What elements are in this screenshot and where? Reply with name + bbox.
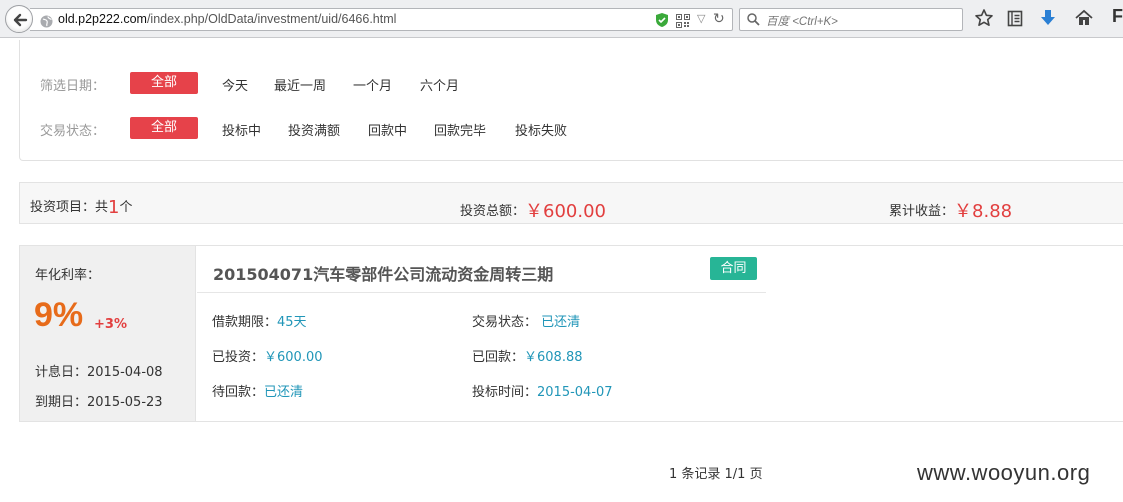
returned-value: ￥608.88 bbox=[524, 350, 583, 365]
maturity-date: 到期日：2015-05-23 bbox=[35, 395, 163, 410]
url-host: old.p2p222.com bbox=[58, 12, 147, 26]
url-path: /index.php/OldData/investment/uid/6466.h… bbox=[146, 12, 397, 26]
investment-summary: 投资项目：共1个 投资总额：￥600.00 累计收益：￥8.88 bbox=[19, 182, 1123, 224]
interest-start-date: 计息日：2015-04-08 bbox=[35, 365, 163, 380]
returned-label: 已回款： bbox=[472, 350, 525, 365]
total-earnings: 累计收益：￥8.88 bbox=[889, 195, 1013, 222]
invested-amount: 已投资：￥600.00 bbox=[212, 346, 323, 365]
status-option-full[interactable]: 投资满额 bbox=[288, 120, 340, 139]
rate-panel: 年化利率： 9% +3% 计息日：2015-04-08 到期日：2015-05-… bbox=[20, 246, 196, 421]
trade-status-value: 已还清 bbox=[541, 315, 581, 330]
status-option-repaying[interactable]: 回款中 bbox=[368, 120, 407, 139]
bonus-rate: +3% bbox=[94, 317, 127, 332]
bid-time: 投标时间：2015-04-07 bbox=[472, 381, 613, 400]
project-count-prefix: 投资项目：共 bbox=[30, 200, 109, 215]
search-icon bbox=[747, 13, 760, 26]
total-invested-value: ￥600.00 bbox=[525, 201, 606, 222]
returned-amount: 已回款：￥608.88 bbox=[472, 346, 583, 365]
download-icon[interactable] bbox=[1038, 8, 1060, 30]
address-bar[interactable]: old.p2p222.com/index.php/OldData/investm… bbox=[30, 8, 733, 31]
project-count-value: 1 bbox=[108, 197, 120, 218]
total-invested: 投资总额：￥600.00 bbox=[460, 195, 606, 222]
date-option-today[interactable]: 今天 bbox=[222, 75, 248, 94]
date-option-month[interactable]: 一个月 bbox=[353, 75, 392, 94]
total-invested-label: 投资总额： bbox=[460, 204, 526, 219]
total-earnings-value: ￥8.88 bbox=[954, 201, 1013, 222]
pending-value: 已还清 bbox=[264, 385, 304, 400]
filter-panel: 筛选日期： 全部 今天 最近一周 一个月 六个月 交易状态： 全部 投标中 投资… bbox=[19, 40, 1123, 161]
url-text: old.p2p222.com/index.php/OldData/investm… bbox=[58, 12, 396, 26]
investment-card: 年化利率： 9% +3% 计息日：2015-04-08 到期日：2015-05-… bbox=[19, 245, 1123, 422]
reading-list-icon[interactable] bbox=[1005, 8, 1027, 30]
browser-toolbar: old.p2p222.com/index.php/OldData/investm… bbox=[0, 0, 1123, 38]
status-filter-label: 交易状态： bbox=[40, 124, 106, 139]
date-filter-label: 筛选日期： bbox=[40, 79, 106, 94]
pending-amount: 待回款：已还清 bbox=[212, 381, 303, 400]
contract-button[interactable]: 合同 bbox=[710, 257, 757, 280]
star-icon[interactable] bbox=[974, 8, 996, 30]
project-title[interactable]: 201504071汽车零部件公司流动资金周转三期 bbox=[213, 261, 553, 285]
date-option-all[interactable]: 全部 bbox=[130, 72, 198, 94]
invested-value: ￥600.00 bbox=[264, 350, 323, 365]
loan-term-label: 借款期限： bbox=[212, 315, 278, 330]
rate-label: 年化利率： bbox=[35, 268, 101, 283]
pending-label: 待回款： bbox=[212, 385, 265, 400]
search-placeholder: 百度 <Ctrl+K> bbox=[766, 16, 838, 28]
project-count-suffix: 个 bbox=[119, 200, 133, 215]
date-option-week[interactable]: 最近一周 bbox=[274, 75, 326, 94]
watermark: www.wooyun.org bbox=[917, 460, 1091, 485]
back-arrow-icon bbox=[13, 13, 28, 27]
bid-time-label: 投标时间： bbox=[472, 385, 538, 400]
project-count: 投资项目：共1个 bbox=[30, 195, 133, 218]
status-option-repaid[interactable]: 回款完毕 bbox=[434, 120, 486, 139]
trade-status-label: 交易状态： bbox=[472, 315, 538, 330]
back-button[interactable] bbox=[5, 5, 33, 33]
search-bar[interactable]: 百度 <Ctrl+K> bbox=[739, 8, 963, 31]
loan-term-value: 45天 bbox=[277, 315, 307, 330]
dropdown-icon[interactable]: ▽ bbox=[697, 12, 705, 25]
reload-icon[interactable]: ↻ bbox=[713, 11, 725, 27]
menu-glyph[interactable]: F bbox=[1112, 6, 1123, 27]
total-earnings-label: 累计收益： bbox=[889, 204, 955, 219]
date-option-six-months[interactable]: 六个月 bbox=[420, 75, 459, 94]
pagination-info: 1 条记录 1/1 页 bbox=[669, 467, 763, 482]
home-icon[interactable] bbox=[1074, 8, 1096, 30]
loan-term: 借款期限：45天 bbox=[212, 311, 307, 330]
qr-code-icon[interactable] bbox=[676, 13, 690, 32]
globe-icon bbox=[40, 13, 53, 32]
shield-icon[interactable] bbox=[655, 12, 669, 32]
trade-status: 交易状态： 已还清 bbox=[472, 311, 580, 330]
title-divider bbox=[197, 292, 766, 293]
bid-time-value: 2015-04-07 bbox=[537, 385, 613, 400]
annual-rate: 9% bbox=[34, 296, 84, 334]
status-option-all[interactable]: 全部 bbox=[130, 117, 198, 139]
invested-label: 已投资： bbox=[212, 350, 265, 365]
status-option-failed[interactable]: 投标失败 bbox=[515, 120, 567, 139]
status-option-bidding[interactable]: 投标中 bbox=[222, 120, 261, 139]
